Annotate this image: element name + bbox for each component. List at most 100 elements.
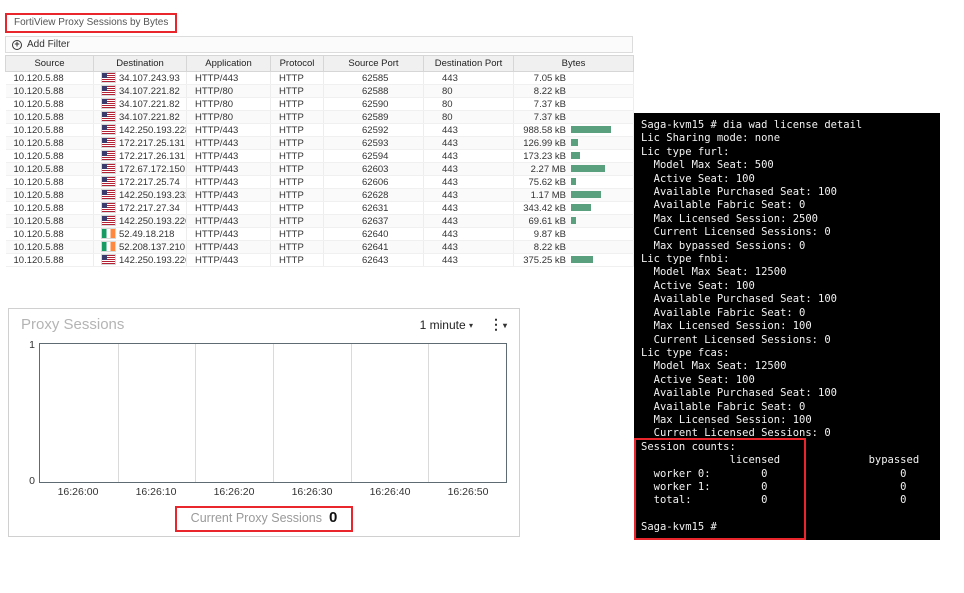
cell-destination-port: 80: [423, 84, 514, 98]
cell-destination-port: 443: [423, 188, 514, 202]
column-header-application[interactable]: Application: [186, 55, 271, 72]
table-row[interactable]: 10.120.5.88 142.250.193.228 HTTP/443 HTTP 62…: [5, 123, 634, 137]
bytes-value: 343.42 kB: [523, 202, 566, 214]
table-row[interactable]: 10.120.5.88 172.217.25.74 HTTP/443 HTTP 6260…: [5, 175, 634, 189]
cell-source: 10.120.5.88: [5, 253, 94, 267]
cell-source-port: 62603: [323, 162, 424, 176]
bytes-bar: [571, 204, 591, 212]
cell-bytes: 7.37 kB: [513, 110, 634, 124]
filter-bar[interactable]: + Add Filter: [5, 36, 633, 53]
terminal-output: Saga-kvm15 # dia wad license detail Lic …: [641, 119, 920, 534]
cell-destination-port: 443: [423, 214, 514, 228]
cell-destination: 142.250.193.226: [93, 253, 187, 267]
cell-source: 10.120.5.88: [5, 175, 94, 189]
cell-destination: 34.107.243.93: [93, 71, 187, 85]
bytes-value: 375.25 kB: [523, 254, 566, 266]
cell-destination-port: 443: [423, 253, 514, 267]
cell-bytes: 173.23 kB: [513, 149, 634, 163]
cell-application: HTTP/443: [186, 149, 271, 163]
column-header-source[interactable]: Source: [5, 55, 94, 72]
column-header-source-port[interactable]: Source Port: [323, 55, 424, 72]
table-row[interactable]: 10.120.5.88 172.217.26.131 HTTP/443 HTTP 625…: [5, 149, 634, 163]
bytes-value: 988.58 kB: [523, 124, 566, 136]
cell-destination: 172.217.26.131: [93, 149, 187, 163]
cell-application: HTTP/443: [186, 175, 271, 189]
table-row[interactable]: 10.120.5.88 172.67.172.150 HTTP/443 HTTP 626…: [5, 162, 634, 176]
cell-source: 10.120.5.88: [5, 240, 94, 254]
table-row[interactable]: 10.120.5.88 34.107.243.93 HTTP/443 HTTP 6258…: [5, 71, 634, 85]
bytes-value: 69.61 kB: [528, 215, 567, 227]
cell-source-port: 62589: [323, 110, 424, 124]
x-axis-labels: 16:26:00 16:26:10 16:26:20 16:26:30 16:26:40…: [39, 486, 507, 498]
cell-destination: 172.217.25.74: [93, 175, 187, 189]
cell-protocol: HTTP: [270, 175, 324, 189]
interval-label: 1 minute: [419, 317, 466, 332]
bytes-value: 7.37 kB: [533, 98, 566, 110]
cell-source-port: 62594: [323, 149, 424, 163]
cell-destination-port: 443: [423, 123, 514, 137]
table-row[interactable]: 10.120.5.88 34.107.221.82 HTTP/80 HTTP 62590…: [5, 97, 634, 111]
cell-source-port: 62643: [323, 253, 424, 267]
cell-destination: 172.217.27.34: [93, 201, 187, 215]
add-filter-button[interactable]: Add Filter: [27, 39, 70, 50]
cell-application: HTTP/443: [186, 123, 271, 137]
terminal-window[interactable]: Saga-kvm15 # dia wad license detail Lic …: [634, 113, 940, 540]
column-header-destination-port[interactable]: Destination Port: [423, 55, 514, 72]
x-axis-tick-label: 16:26:40: [369, 486, 411, 498]
cell-source: 10.120.5.88: [5, 71, 94, 85]
country-flag-icon: [101, 253, 116, 265]
cell-protocol: HTTP: [270, 240, 324, 254]
column-header-protocol[interactable]: Protocol: [270, 55, 324, 72]
cell-protocol: HTTP: [270, 136, 324, 150]
add-filter-icon: +: [12, 39, 22, 50]
table-row[interactable]: 10.120.5.88 172.217.25.131 HTTP/443 HTTP 625…: [5, 136, 634, 150]
country-flag-icon: [101, 149, 116, 161]
bytes-bar: [571, 191, 601, 199]
kebab-menu-icon: ⋮: [488, 316, 503, 332]
cell-protocol: HTTP: [270, 123, 324, 137]
column-header-destination[interactable]: Destination: [93, 55, 187, 72]
cell-source: 10.120.5.88: [5, 201, 94, 215]
bytes-value: 2.27 MB: [530, 163, 566, 175]
country-flag-icon: [101, 71, 116, 83]
cell-source: 10.120.5.88: [5, 149, 94, 163]
table-row[interactable]: 10.120.5.88 34.107.221.82 HTTP/80 HTTP 62589…: [5, 110, 634, 124]
cell-source: 10.120.5.88: [5, 97, 94, 111]
bytes-bar: [571, 217, 576, 225]
country-flag-icon: [101, 201, 116, 213]
cell-source-port: 62640: [323, 227, 424, 241]
bytes-value: 7.05 kB: [533, 72, 566, 84]
page-title: FortiView Proxy Sessions by Bytes: [14, 17, 169, 28]
cell-source: 10.120.5.88: [5, 162, 94, 176]
country-flag-icon: [101, 123, 116, 135]
cell-source-port: 62637: [323, 214, 424, 228]
cell-destination: 34.107.221.82: [93, 84, 187, 98]
interval-dropdown[interactable]: 1 minute ▾: [420, 318, 473, 332]
country-flag-icon: [101, 240, 116, 252]
cell-protocol: HTTP: [270, 84, 324, 98]
bytes-value: 1.17 MB: [530, 189, 566, 201]
cell-bytes: 126.99 kB: [513, 136, 634, 150]
table-row[interactable]: 10.120.5.88 52.208.137.210 HTTP/443 HTTP 626…: [5, 240, 634, 254]
table-row[interactable]: 10.120.5.88 172.217.27.34 HTTP/443 HTTP 6263…: [5, 201, 634, 215]
cell-protocol: HTTP: [270, 149, 324, 163]
bytes-value: 173.23 kB: [523, 150, 566, 162]
cell-application: HTTP/443: [186, 240, 271, 254]
screen: FortiView Proxy Sessions by Bytes + Add …: [0, 0, 964, 593]
chart-menu-button[interactable]: ⋮▾: [489, 316, 507, 333]
country-flag-icon: [101, 214, 116, 226]
country-flag-icon: [101, 188, 116, 200]
table-row[interactable]: 10.120.5.88 52.49.18.218 HTTP/443 HTTP 62640…: [5, 227, 634, 241]
table-row[interactable]: 10.120.5.88 142.250.193.226 HTTP/443 HTTP 62…: [5, 214, 634, 228]
cell-destination-port: 443: [423, 149, 514, 163]
cell-bytes: 69.61 kB: [513, 214, 634, 228]
gridline: [117, 344, 119, 482]
column-header-bytes[interactable]: Bytes: [513, 55, 634, 72]
table-row[interactable]: 10.120.5.88 142.250.193.232 HTTP/443 HTTP 62…: [5, 188, 634, 202]
cell-application: HTTP/443: [186, 214, 271, 228]
country-flag-icon: [101, 162, 116, 174]
current-sessions-highlight: Current Proxy Sessions 0: [174, 506, 354, 532]
table-row[interactable]: 10.120.5.88 34.107.221.82 HTTP/80 HTTP 62588…: [5, 84, 634, 98]
bytes-bar: [571, 178, 576, 186]
table-row[interactable]: 10.120.5.88 142.250.193.226 HTTP/443 HTTP 62…: [5, 253, 634, 267]
